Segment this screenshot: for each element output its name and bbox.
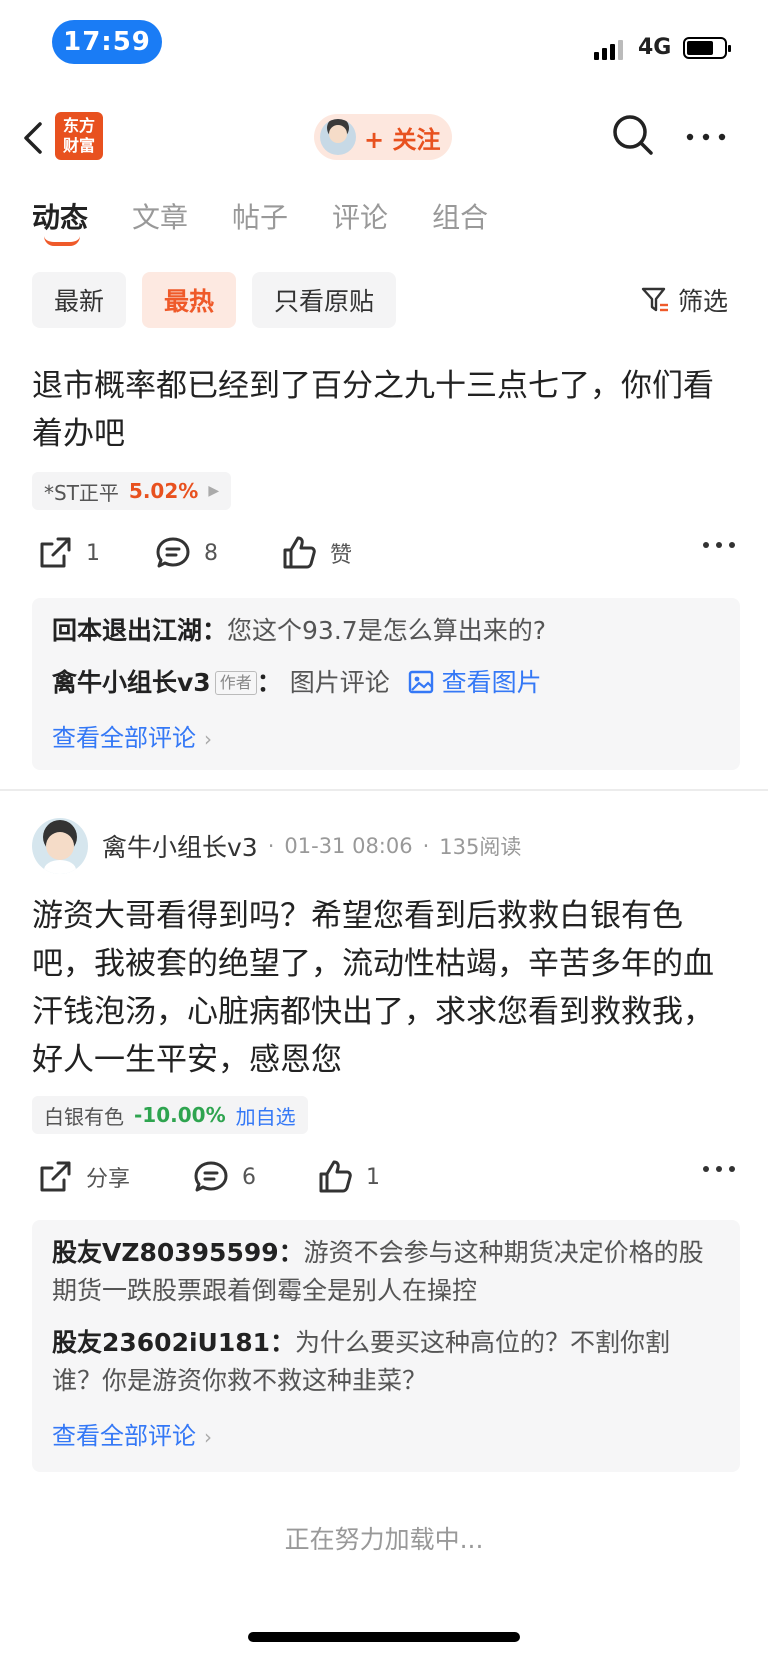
comment-item[interactable]: 禽牛小组长v3 作者： 图片评论 查看图片 [52,664,720,702]
tab-label: 组合 [432,201,489,234]
comment-item[interactable]: 股友23602iU181：为什么要买这种高位的？不割你割谁？你是游资你救不救这种… [52,1324,720,1400]
search-icon[interactable] [610,112,656,158]
share-icon [40,1161,71,1192]
comment-preview: 股友VZ80395599：游资不会参与这种期货决定价格的股期货一跌股票跟着倒霉全… [32,1220,740,1472]
like-button[interactable]: 赞 [280,534,352,572]
stock-tag[interactable]: *ST正平 5.02% ▶ [32,472,232,510]
tab-articles[interactable]: 文章 [132,196,188,256]
tab-posts[interactable]: 帖子 [232,196,288,256]
comment-text: 您这个93.7是怎么算出来的? [227,616,546,645]
stock-name: 白银有色 [44,1104,124,1129]
signal-icon [594,38,623,60]
post-author-row: 禽牛小组长v3 · 01-31 08:06 · 135阅读 [32,818,521,874]
comment-text: 图片评论 [289,668,390,697]
comment-item[interactable]: 回本退出江湖：您这个93.7是怎么算出来的? [52,612,720,650]
tab-label: 动态 [32,201,89,234]
tab-label: 文章 [132,201,189,234]
comment-item[interactable]: 股友VZ80395599：游资不会参与这种期货决定价格的股期货一跌股票跟着倒霉全… [52,1234,720,1310]
comment-button[interactable]: 6 [192,1158,256,1196]
comment-user[interactable]: 股友23602iU181 [52,1328,270,1357]
chevron-right-icon: ▶ [208,483,220,499]
comment-count: 8 [204,540,218,566]
filter-button[interactable]: 筛选 [640,282,728,318]
comment-icon [194,1161,228,1192]
comment-count: 6 [242,1164,256,1190]
filter-latest[interactable]: 最新 [32,272,127,328]
view-all-label: 查看全部评论 [52,1422,196,1450]
like-button[interactable]: 1 [316,1158,380,1196]
filter-hottest[interactable]: 最热 [142,272,237,328]
view-image-label: 查看图片 [441,668,542,697]
back-icon[interactable] [20,118,50,158]
share-icon [40,537,71,568]
like-label: 赞 [330,543,353,568]
avatar [320,119,356,155]
share-button[interactable]: 分享 [36,1158,130,1196]
follow-label: + 关注 [364,125,441,154]
tab-label: 帖子 [232,201,289,234]
app-logo[interactable]: 东方 财富 [55,112,103,160]
battery-icon [683,37,731,59]
filter-original-only[interactable]: 只看原贴 [252,272,397,328]
tab-portfolio[interactable]: 组合 [432,196,488,256]
meta-separator: · [422,834,430,858]
add-watchlist-button[interactable]: 加自选 [236,1101,296,1130]
comment-preview: 回本退出江湖：您这个93.7是怎么算出来的? 禽牛小组长v3 作者： 图片评论 查… [32,598,740,770]
sort-filters: 最新 最热 只看原贴 [32,272,397,328]
more-icon[interactable] [702,1164,736,1174]
avatar[interactable] [32,818,88,874]
stock-tag[interactable]: 白银有色 -10.00% 加自选 [32,1096,308,1134]
share-button[interactable]: 1 [36,534,100,572]
profile-tabs: 动态 文章 帖子 评论 组合 [32,196,532,256]
comment-user[interactable]: 禽牛小组长v3 [52,668,211,697]
post-actions: 1 8 赞 [32,534,740,574]
follow-button[interactable]: + 关注 [314,114,452,160]
more-icon[interactable] [702,540,736,550]
comment-button[interactable]: 8 [154,534,218,572]
author-badge: 作者 [214,671,257,695]
network-label: 4G [638,35,672,60]
status-time: 17:59 [52,20,162,64]
thumbs-up-icon [283,536,316,569]
thumbs-up-icon [319,1160,352,1193]
filter-label: 筛选 [678,287,729,316]
filter-icon [641,287,668,312]
read-count: 135阅读 [439,835,522,859]
tab-dynamic[interactable]: 动态 [32,196,88,256]
status-bar: 17:59 4G [0,0,768,88]
view-all-comments-link[interactable]: 查看全部评论 › [52,718,212,753]
tab-active-indicator [44,236,80,246]
share-label: 分享 [86,1167,131,1192]
comment-user[interactable]: 股友VZ80395599 [52,1238,279,1267]
view-image-link[interactable]: 查看图片 [398,668,542,697]
stock-change: -10.00% [134,1103,226,1127]
tab-label: 评论 [332,201,389,234]
loading-text: 正在努力加载中... [284,1525,484,1554]
more-icon[interactable] [684,122,728,152]
post-divider [0,789,768,791]
home-indicator[interactable] [248,1632,520,1642]
stock-name: *ST正平 [44,480,119,505]
header: 东方 财富 + 关注 [0,100,768,174]
post-text[interactable]: 游资大哥看得到吗？希望您看到后救救白银有色吧，我被套的绝望了，流动性枯竭，辛苦多… [32,892,740,1084]
post-actions: 分享 6 1 [32,1158,740,1198]
view-all-comments-link[interactable]: 查看全部评论 › [52,1416,212,1451]
chevron-right-icon: › [204,727,212,751]
post-time: 01-31 08:06 [284,834,413,858]
like-count: 1 [366,1164,380,1190]
view-all-label: 查看全部评论 [52,724,196,752]
comment-icon [156,537,190,568]
share-count: 1 [86,540,100,566]
stock-change: 5.02% [128,479,199,503]
meta-separator: · [267,834,275,858]
author-name[interactable]: 禽牛小组长v3 [102,828,258,864]
post-text[interactable]: 退市概率都已经到了百分之九十三点七了，你们看着办吧 [32,362,740,458]
tab-comments[interactable]: 评论 [332,196,388,256]
chevron-right-icon: › [204,1425,212,1449]
image-icon [408,670,433,694]
comment-user[interactable]: 回本退出江湖 [52,616,202,645]
